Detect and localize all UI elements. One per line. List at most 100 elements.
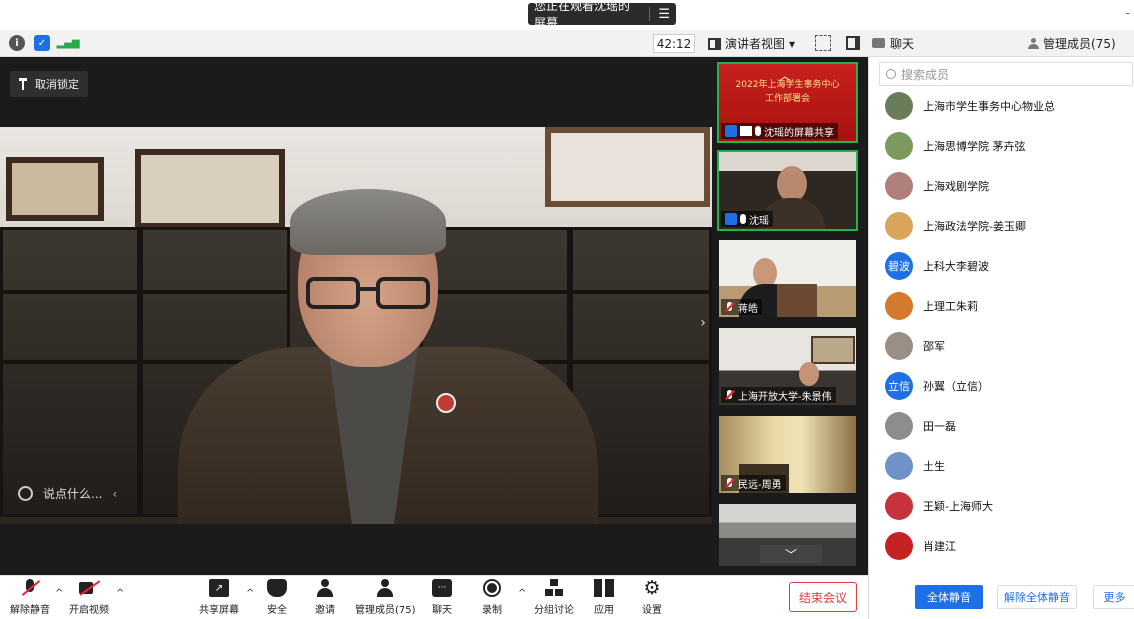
speaker-view-icon: [708, 37, 721, 50]
chevron-down-icon: ▾: [789, 36, 796, 51]
meeting-toolbar: i ✓ ▂▄▆ 42:12 演讲者视图 ▾: [0, 30, 868, 57]
side-panel-toggle-icon[interactable]: [846, 36, 860, 50]
mute-all-button[interactable]: 全体静音: [915, 585, 983, 609]
mic-muted-icon: [725, 478, 735, 488]
avatar: [885, 332, 913, 360]
unmute-button[interactable]: 解除静音: [10, 579, 50, 616]
breakout-rooms-button[interactable]: 分组讨论: [534, 579, 574, 616]
thumbnail-screen-share[interactable]: ︿ 2022年上海学生事务中心 工作部署会 沈瑶的屏幕共享: [717, 62, 858, 143]
member-name: 上海市学生事务中心物业总: [923, 100, 1055, 113]
chevron-left-icon[interactable]: ‹: [112, 487, 117, 501]
member-name: 上理工朱莉: [923, 300, 978, 313]
quick-chat-input[interactable]: 说点什么... ‹: [18, 485, 117, 502]
settings-label: 设置: [642, 605, 662, 616]
person-icon: [1028, 37, 1039, 49]
unmute-all-button[interactable]: 解除全体静音: [997, 585, 1077, 609]
avatar: [885, 492, 913, 520]
record-icon: [482, 579, 502, 597]
end-meeting-button[interactable]: 结束会议: [789, 582, 857, 612]
record-label: 录制: [482, 605, 502, 616]
slide-preview-text: 2022年上海学生事务中心 工作部署会: [735, 80, 840, 104]
thumbnail-participant[interactable]: 上海开放大学-朱景伟: [717, 326, 858, 407]
collapse-strip-icon[interactable]: ›: [696, 315, 710, 333]
avatar: [885, 132, 913, 160]
search-placeholder: 搜索成员: [901, 67, 950, 82]
members-tab[interactable]: 管理成员(75): [1028, 35, 1116, 52]
list-item[interactable]: 土生: [885, 451, 945, 481]
audio-options-caret-icon[interactable]: ^: [55, 588, 63, 599]
lapel-badge: [436, 393, 456, 413]
member-name: 土生: [923, 460, 945, 473]
side-panel-header: 聊天 管理成员(75): [868, 30, 1134, 57]
list-item[interactable]: 邵军: [885, 331, 945, 361]
share-options-caret-icon[interactable]: ^: [246, 588, 254, 599]
security-button[interactable]: 安全: [267, 579, 287, 616]
start-video-button[interactable]: 开启视频: [69, 579, 109, 616]
share-label: 共享屏幕: [199, 605, 239, 616]
chat-button[interactable]: ··· 聊天: [432, 579, 452, 616]
list-item[interactable]: 王颖-上海师大: [885, 491, 993, 521]
manage-members-button[interactable]: 管理成员(75): [355, 579, 416, 616]
invite-person-icon: [315, 579, 335, 597]
list-item[interactable]: 上海思博学院 茅卉弦: [885, 131, 1026, 161]
banner-divider: [649, 7, 651, 21]
avatar: 立信: [885, 372, 913, 400]
info-icon[interactable]: i: [9, 35, 25, 51]
member-name: 上海戏剧学院: [923, 180, 989, 193]
speaker-view-dropdown[interactable]: 演讲者视图 ▾: [708, 34, 795, 53]
list-item[interactable]: 田一磊: [885, 411, 956, 441]
breakout-icon: [544, 579, 564, 597]
meeting-timer: 42:12: [653, 34, 695, 53]
scroll-down-icon[interactable]: ﹀: [760, 545, 822, 563]
avatar: [885, 532, 913, 560]
main-video-area[interactable]: 取消锁定 说点什么... ‹ ›: [0, 57, 712, 575]
invite-button[interactable]: 邀请: [315, 579, 335, 616]
encryption-shield-icon[interactable]: ✓: [34, 35, 50, 51]
member-name: 邵军: [923, 340, 945, 353]
screen-share-icon: [740, 126, 752, 136]
chat-placeholder: 说点什么...: [43, 487, 103, 501]
thumbnail-participant[interactable]: 蒋皓: [717, 238, 858, 319]
chat-label: 聊天: [432, 605, 452, 616]
list-item[interactable]: 碧波 上科大李碧波: [885, 251, 989, 281]
unpin-label: 取消锁定: [35, 78, 79, 91]
search-icon: [886, 69, 896, 79]
minimize-icon[interactable]: -: [1126, 6, 1130, 20]
list-item[interactable]: 上海市学生事务中心物业总: [885, 91, 1055, 121]
share-screen-button[interactable]: ↗ 共享屏幕: [199, 579, 239, 616]
record-button[interactable]: 录制: [482, 579, 502, 616]
member-name: 肖建江: [923, 540, 956, 553]
view-label: 演讲者视图: [725, 37, 786, 51]
person-icon: [725, 125, 737, 137]
more-button[interactable]: 更多: [1093, 585, 1134, 609]
thumbnail-label: 上海开放大学-朱景伟: [721, 387, 836, 403]
video-options-caret-icon[interactable]: ^: [116, 588, 124, 599]
mic-muted-icon: [20, 579, 40, 597]
network-signal-icon[interactable]: ▂▄▆: [56, 35, 79, 51]
meeting-controls-bar: 解除静音 ^ 开启视频 ^ ↗ 共享屏幕 ^ 安全 邀请 管理成员(75) ··…: [0, 575, 868, 619]
viewing-screen-banner[interactable]: 您正在观看沈瑶的屏幕 ☰: [528, 0, 676, 30]
security-label: 安全: [267, 605, 287, 616]
member-name: 孙翼（立信）: [923, 380, 989, 393]
record-options-caret-icon[interactable]: ^: [518, 588, 526, 599]
settings-button[interactable]: ⚙ 设置: [642, 577, 662, 616]
chat-tab[interactable]: 聊天: [872, 35, 914, 52]
list-item[interactable]: 上理工朱莉: [885, 291, 978, 321]
thumbnail-participant[interactable]: 民远-周勇: [717, 414, 858, 495]
menu-icon[interactable]: ☰: [658, 7, 670, 22]
member-search-input[interactable]: 搜索成员: [879, 62, 1133, 86]
unmute-label: 解除静音: [10, 605, 50, 616]
apps-icon: [594, 579, 614, 597]
video-thumbnail-strip: ︿ 2022年上海学生事务中心 工作部署会 沈瑶的屏幕共享 沈瑶 蒋皓 上海开放…: [712, 57, 868, 575]
apps-button[interactable]: 应用: [594, 579, 614, 616]
list-item[interactable]: 立信 孙翼（立信）: [885, 371, 989, 401]
fullscreen-icon[interactable]: [815, 35, 831, 51]
list-item[interactable]: 上海政法学院-姜玉卿: [885, 211, 1026, 241]
emoji-icon[interactable]: [18, 486, 33, 501]
banner-text: 您正在观看沈瑶的屏幕: [534, 0, 631, 30]
thumbnail-participant[interactable]: 沈瑶: [717, 150, 858, 231]
unpin-button[interactable]: 取消锁定: [10, 71, 88, 97]
list-item[interactable]: 上海戏剧学院: [885, 171, 989, 201]
start-video-label: 开启视频: [69, 605, 109, 616]
list-item[interactable]: 肖建江: [885, 531, 956, 561]
